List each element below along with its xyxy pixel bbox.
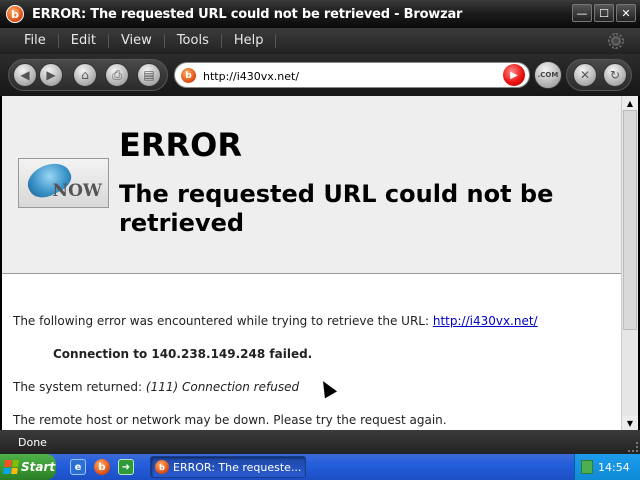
start-button[interactable]: Start	[0, 454, 56, 480]
error-header: NOW ERROR The requested URL could not be…	[2, 96, 621, 274]
scroll-thumb[interactable]	[623, 110, 637, 330]
start-label: Start	[21, 460, 56, 474]
status-bar: Done	[0, 430, 640, 454]
navigation-toolbar: ◀ ▶ ⌂ ⎙ ▤ b ▶ .COM ✕ ↻	[0, 54, 640, 96]
back-button[interactable]: ◀	[13, 63, 37, 87]
menu-bar: File Edit View Tools Help	[0, 28, 640, 54]
windows-logo-icon	[3, 460, 19, 474]
resize-grip-icon[interactable]	[628, 442, 638, 452]
menu-edit[interactable]: Edit	[59, 34, 109, 48]
refresh-icon: ↻	[609, 68, 621, 82]
menu-tools[interactable]: Tools	[165, 34, 222, 48]
nav-button-group: ◀ ▶ ⌂ ⎙ ▤	[8, 59, 168, 91]
system-returned-label: The system returned:	[13, 380, 146, 394]
show-desktop-icon[interactable]: ➜	[118, 459, 134, 475]
stop-button[interactable]: ✕	[573, 63, 597, 87]
retry-message: The remote host or network may be down. …	[13, 413, 447, 427]
page-content: NOW ERROR The requested URL could not be…	[2, 96, 621, 430]
error-description-text: The following error was encountered whil…	[13, 314, 433, 328]
stop-icon: ✕	[579, 68, 591, 82]
gear-icon[interactable]	[608, 33, 624, 49]
title-bar: b ERROR: The requested URL could not be …	[0, 0, 640, 28]
forward-arrow-icon: ▶	[46, 68, 56, 82]
taskbar-window-label: ERROR: The requeste...	[173, 460, 302, 474]
system-returned-message: The system returned: (111) Connection re…	[13, 380, 299, 394]
print-icon: ⎙	[112, 68, 122, 82]
browzar-quicklaunch-icon[interactable]: b	[94, 459, 110, 475]
dot-com-button[interactable]: .COM	[534, 61, 562, 89]
logo-text: NOW	[52, 181, 102, 201]
window-title: ERROR: The requested URL could not be re…	[32, 6, 463, 22]
scroll-up-arrow-icon[interactable]: ▲	[622, 96, 638, 110]
refresh-button[interactable]: ↻	[603, 63, 627, 87]
squid-now-logo: NOW	[18, 156, 109, 208]
home-button[interactable]: ⌂	[73, 63, 97, 87]
page-tools-button[interactable]: ▤	[137, 63, 161, 87]
page-tools-icon: ▤	[143, 68, 155, 82]
scroll-down-arrow-icon[interactable]: ▼	[622, 416, 638, 430]
menu-view[interactable]: View	[109, 34, 165, 48]
connection-failed-message: Connection to 140.238.149.248 failed.	[53, 347, 313, 361]
menu-help[interactable]: Help	[222, 34, 277, 48]
page-subtitle: The requested URL could not be retrieved	[119, 180, 554, 237]
error-description: The following error was encountered whil…	[13, 314, 538, 328]
forward-button[interactable]: ▶	[39, 63, 63, 87]
print-button[interactable]: ⎙	[105, 63, 129, 87]
maximize-button[interactable]: ☐	[594, 4, 614, 22]
error-url-link[interactable]: http://i430vx.net/	[433, 314, 538, 328]
minimize-button[interactable]: —	[572, 4, 592, 22]
status-text: Done	[18, 435, 47, 449]
go-button[interactable]: ▶	[503, 64, 525, 86]
browzar-app-icon[interactable]: b	[6, 5, 24, 23]
go-arrow-icon: ▶	[510, 69, 518, 81]
clock[interactable]: 14:54	[598, 461, 630, 474]
windows-taskbar: Start e b ➜ b ERROR: The requeste... 14:…	[0, 454, 640, 480]
window-controls: — ☐ ✕	[572, 4, 636, 22]
back-arrow-icon: ◀	[20, 68, 30, 82]
ie-quicklaunch-icon[interactable]: e	[70, 459, 86, 475]
network-tray-icon[interactable]	[581, 460, 593, 474]
home-icon: ⌂	[81, 68, 89, 82]
stop-refresh-group: ✕ ↻	[566, 59, 632, 91]
close-button[interactable]: ✕	[616, 4, 636, 22]
menu-file[interactable]: File	[0, 34, 59, 48]
site-favicon: b	[181, 68, 196, 83]
page-title: ERROR	[119, 126, 242, 164]
url-input[interactable]	[203, 67, 493, 85]
browzar-task-icon: b	[155, 460, 169, 474]
address-bar: b ▶	[174, 62, 530, 88]
system-returned-error: (111) Connection refused	[145, 380, 300, 394]
system-tray: 14:54	[574, 454, 640, 480]
vertical-scrollbar[interactable]: ▲ ▼	[621, 96, 638, 430]
taskbar-window-button[interactable]: b ERROR: The requeste...	[150, 456, 306, 478]
